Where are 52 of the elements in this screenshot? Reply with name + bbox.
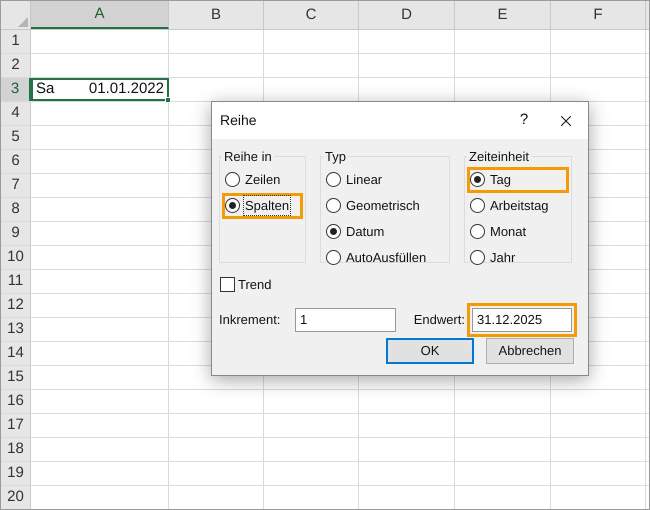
- radio-option[interactable]: Arbeitstag: [470, 196, 551, 216]
- dialog-button[interactable]: OK: [386, 338, 474, 364]
- table-cell[interactable]: Sa 01.01.2022: [31, 78, 169, 101]
- group-title: Reihe in: [223, 148, 273, 166]
- row-header[interactable]: 6: [1, 150, 31, 173]
- radio-option[interactable]: Monat: [470, 222, 528, 242]
- fill-handle[interactable]: [165, 97, 171, 103]
- column-header[interactable]: A: [31, 1, 169, 29]
- row-header[interactable]: 19: [1, 462, 31, 485]
- dialog-title: Reihe: [220, 111, 258, 130]
- row-header[interactable]: 11: [1, 270, 31, 293]
- column-header[interactable]: C: [264, 1, 359, 29]
- radio-option[interactable]: Datum: [326, 222, 386, 242]
- field-label: Endwert:: [412, 310, 466, 329]
- row-header[interactable]: 14: [1, 342, 31, 365]
- row-header[interactable]: 13: [1, 318, 31, 341]
- column-header[interactable]: E: [455, 1, 551, 29]
- row-header[interactable]: 1: [1, 30, 31, 53]
- corner-triangle-icon: [18, 17, 28, 27]
- radio-option[interactable]: Linear: [326, 170, 384, 190]
- row-header[interactable]: 9: [1, 222, 31, 245]
- column-header[interactable]: D: [359, 1, 455, 29]
- column-header[interactable]: B: [169, 1, 264, 29]
- row-header[interactable]: 2: [1, 54, 31, 77]
- row-header[interactable]: 7: [1, 174, 31, 197]
- row-header[interactable]: 3: [1, 78, 31, 101]
- row-header[interactable]: 20: [1, 486, 31, 509]
- row-header[interactable]: 4: [1, 102, 31, 125]
- row-header[interactable]: 5: [1, 126, 31, 149]
- group-title: Zeiteinheit: [468, 148, 530, 166]
- radio-option[interactable]: Zeilen: [225, 170, 282, 190]
- radio-option[interactable]: AutoAusfüllen: [326, 248, 428, 268]
- row-header[interactable]: 17: [1, 414, 31, 437]
- radio-option[interactable]: Geometrisch: [326, 196, 422, 216]
- row-header[interactable]: 8: [1, 198, 31, 221]
- radio-option[interactable]: Tag: [470, 170, 513, 190]
- group-title: Typ: [324, 148, 347, 166]
- row-header[interactable]: 15: [1, 366, 31, 389]
- row-header[interactable]: 16: [1, 390, 31, 413]
- column-header[interactable]: F: [551, 1, 646, 29]
- trend-checkbox[interactable]: Trend: [220, 275, 272, 294]
- radio-option[interactable]: Jahr: [470, 248, 518, 268]
- dialog-button[interactable]: Abbrechen: [486, 338, 574, 364]
- input-field[interactable]: 31.12.2025: [472, 308, 572, 332]
- field-label: Inkrement:: [219, 310, 282, 329]
- row-header[interactable]: 10: [1, 246, 31, 269]
- row-header[interactable]: 12: [1, 294, 31, 317]
- help-button[interactable]: ?: [504, 106, 544, 136]
- row-header[interactable]: 18: [1, 438, 31, 461]
- input-field[interactable]: 1: [295, 308, 396, 332]
- cell-text: Sa: [36, 79, 54, 100]
- cell-text: 01.01.2022: [88, 79, 164, 100]
